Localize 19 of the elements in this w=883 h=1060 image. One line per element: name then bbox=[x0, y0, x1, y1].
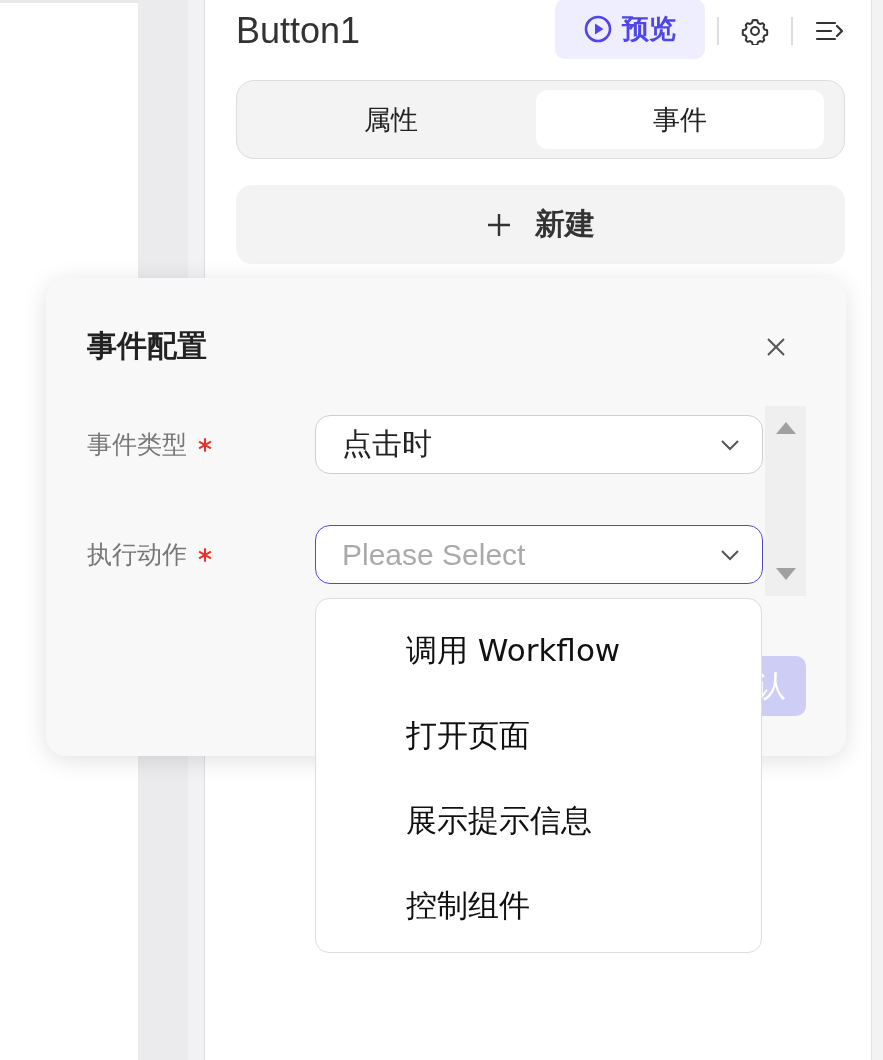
chevron-down-icon bbox=[720, 548, 740, 561]
tab[interactable]: 事件 bbox=[535, 90, 824, 149]
field-label: 事件类型 bbox=[87, 429, 187, 461]
dropdown-option[interactable]: 打开页面 bbox=[406, 714, 761, 757]
dialog-title: 事件配置 bbox=[87, 327, 207, 365]
play-icon bbox=[584, 15, 612, 43]
dropdown-option[interactable]: 控制组件 bbox=[406, 884, 761, 927]
chevron-down-icon bbox=[720, 438, 740, 451]
close-icon[interactable] bbox=[766, 336, 786, 357]
tab[interactable]: 属性 bbox=[247, 90, 536, 149]
dropdown-option[interactable]: 展示提示信息 bbox=[406, 799, 761, 842]
component-title: Button1 bbox=[236, 10, 362, 52]
preview-button[interactable]: 预览 bbox=[555, 0, 705, 59]
settings-icon[interactable] bbox=[741, 17, 769, 45]
select-field[interactable]: 点击时 bbox=[315, 415, 763, 474]
menu-collapse-icon[interactable] bbox=[815, 19, 845, 43]
field-label: 执行动作 bbox=[87, 539, 187, 571]
plus-icon bbox=[486, 212, 511, 237]
new-button[interactable]: 新建 bbox=[236, 185, 845, 264]
